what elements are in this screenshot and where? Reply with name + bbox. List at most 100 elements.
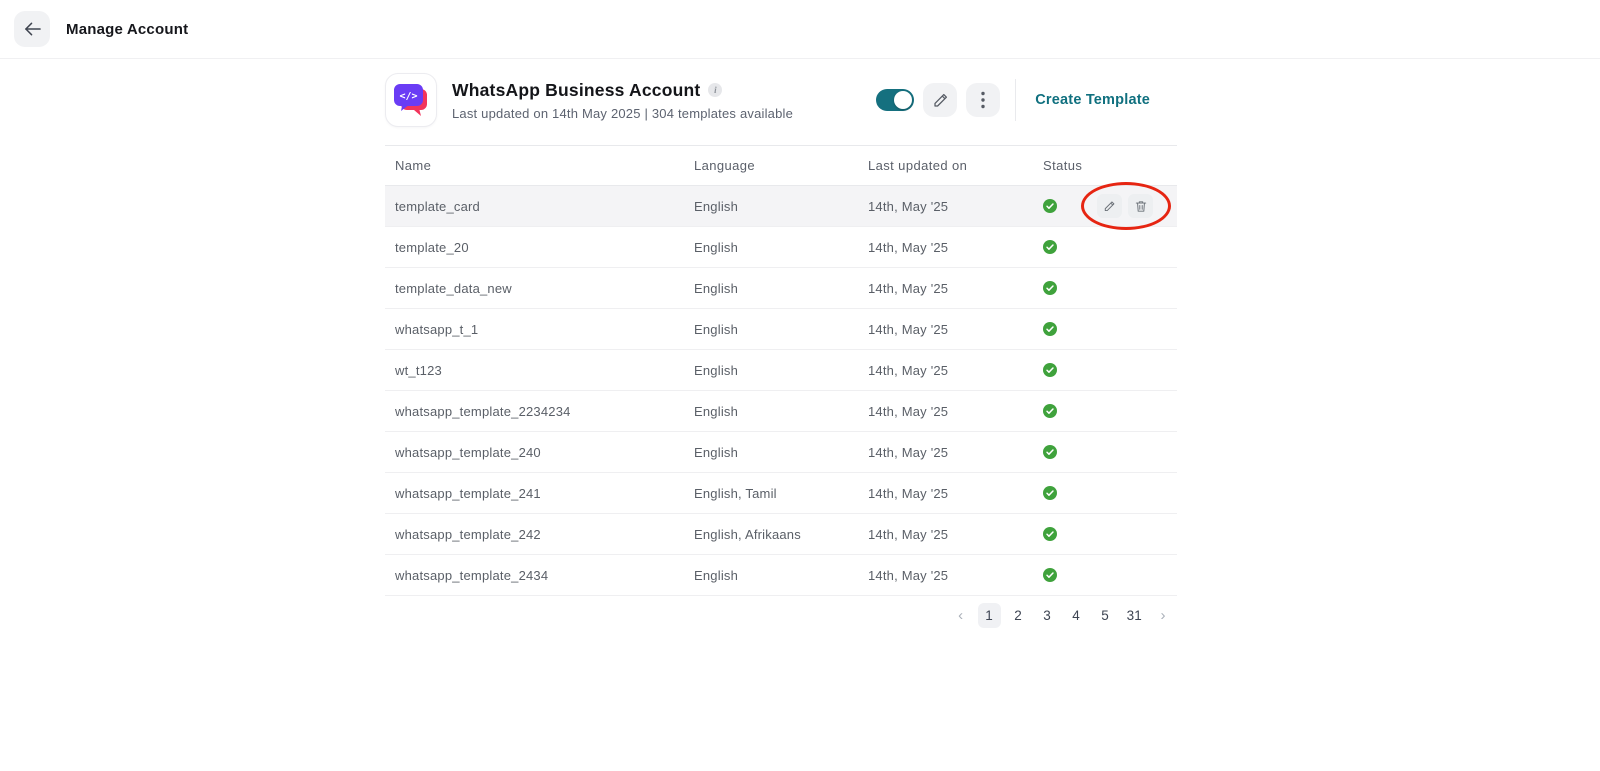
- template-updated: 14th, May '25: [858, 363, 1033, 378]
- status-approved-icon: [1043, 363, 1057, 377]
- templates-table: Name Language Last updated on Status tem…: [385, 145, 1177, 596]
- template-status: [1033, 432, 1177, 472]
- template-updated: 14th, May '25: [858, 445, 1033, 460]
- template-name: whatsapp_template_242: [385, 527, 684, 542]
- template-name: whatsapp_t_1: [385, 322, 684, 337]
- template-name: whatsapp_template_2234234: [385, 404, 684, 419]
- toggle-knob: [894, 91, 912, 109]
- pencil-icon: [1103, 200, 1116, 213]
- template-updated: 14th, May '25: [858, 240, 1033, 255]
- controls-divider: [1015, 79, 1016, 121]
- status-approved-icon: [1043, 527, 1057, 541]
- template-name: whatsapp_template_241: [385, 486, 684, 501]
- page-button-2[interactable]: 2: [1007, 603, 1030, 628]
- template-name: template_card: [385, 199, 684, 214]
- status-approved-icon: [1043, 322, 1057, 336]
- template-name: wt_t123: [385, 363, 684, 378]
- table-row[interactable]: whatsapp_template_2234234English14th, Ma…: [385, 391, 1177, 432]
- info-icon[interactable]: i: [708, 83, 722, 97]
- template-status: [1033, 391, 1177, 431]
- template-language: English: [684, 363, 858, 378]
- template-updated: 14th, May '25: [858, 527, 1033, 542]
- template-name: whatsapp_template_240: [385, 445, 684, 460]
- status-approved-icon: [1043, 281, 1057, 295]
- template-name: template_data_new: [385, 281, 684, 296]
- template-status: [1033, 227, 1177, 267]
- template-language: English, Tamil: [684, 486, 858, 501]
- more-options-button[interactable]: [966, 83, 1000, 117]
- page-button-3[interactable]: 3: [1036, 603, 1059, 628]
- template-updated: 14th, May '25: [858, 568, 1033, 583]
- table-row[interactable]: template_cardEnglish14th, May '25: [385, 186, 1177, 227]
- template-language: English: [684, 568, 858, 583]
- status-approved-icon: [1043, 486, 1057, 500]
- page-button-1[interactable]: 1: [978, 603, 1001, 628]
- column-header-name: Name: [385, 158, 684, 173]
- status-approved-icon: [1043, 240, 1057, 254]
- table-row[interactable]: whatsapp_t_1English14th, May '25: [385, 309, 1177, 350]
- template-updated: 14th, May '25: [858, 199, 1033, 214]
- account-header: </> WhatsApp Business Account i Last upd…: [385, 59, 1177, 145]
- table-row[interactable]: whatsapp_template_241English, Tamil14th,…: [385, 473, 1177, 514]
- pencil-icon: [932, 92, 949, 109]
- template-updated: 14th, May '25: [858, 486, 1033, 501]
- table-row[interactable]: whatsapp_template_2434English14th, May '…: [385, 555, 1177, 596]
- next-page-button[interactable]: ›: [1153, 604, 1173, 628]
- trash-icon: [1135, 200, 1147, 213]
- status-approved-icon: [1043, 445, 1057, 459]
- account-text: WhatsApp Business Account i Last updated…: [452, 80, 793, 121]
- template-language: English, Afrikaans: [684, 527, 858, 542]
- column-header-status: Status: [1033, 158, 1177, 173]
- template-name: whatsapp_template_2434: [385, 568, 684, 583]
- table-row[interactable]: template_20English14th, May '25: [385, 227, 1177, 268]
- edit-account-button[interactable]: [923, 83, 957, 117]
- account-subtitle: Last updated on 14th May 2025 | 304 temp…: [452, 106, 793, 121]
- back-button[interactable]: [14, 11, 50, 47]
- edit-template-button[interactable]: [1097, 194, 1122, 218]
- template-updated: 14th, May '25: [858, 404, 1033, 419]
- template-language: English: [684, 240, 858, 255]
- table-row[interactable]: whatsapp_template_240English14th, May '2…: [385, 432, 1177, 473]
- page-title: Manage Account: [66, 21, 188, 38]
- column-header-language: Language: [684, 158, 858, 173]
- template-language: English: [684, 199, 858, 214]
- page-button-31[interactable]: 31: [1123, 603, 1146, 628]
- table-row[interactable]: template_data_newEnglish14th, May '25: [385, 268, 1177, 309]
- template-name: template_20: [385, 240, 684, 255]
- template-status: [1033, 473, 1177, 513]
- template-updated: 14th, May '25: [858, 281, 1033, 296]
- template-language: English: [684, 445, 858, 460]
- column-header-updated: Last updated on: [858, 158, 1033, 173]
- template-language: English: [684, 322, 858, 337]
- page-button-5[interactable]: 5: [1094, 603, 1117, 628]
- pagination: ‹ 1234531 ›: [385, 603, 1177, 628]
- page-button-4[interactable]: 4: [1065, 603, 1088, 628]
- status-approved-icon: [1043, 568, 1057, 582]
- template-status: [1033, 309, 1177, 349]
- create-template-button[interactable]: Create Template: [1035, 92, 1150, 108]
- main-content: </> WhatsApp Business Account i Last upd…: [385, 59, 1177, 628]
- svg-text:</>: </>: [399, 91, 417, 102]
- template-status: [1033, 350, 1177, 390]
- template-status: [1033, 268, 1177, 308]
- template-language: English: [684, 281, 858, 296]
- template-updated: 14th, May '25: [858, 322, 1033, 337]
- table-body: template_cardEnglish14th, May '25templat…: [385, 186, 1177, 596]
- table-header-row: Name Language Last updated on Status: [385, 145, 1177, 186]
- table-row[interactable]: wt_t123English14th, May '25: [385, 350, 1177, 391]
- delete-template-button[interactable]: [1128, 194, 1153, 218]
- template-status: [1033, 514, 1177, 554]
- table-row[interactable]: whatsapp_template_242English, Afrikaans1…: [385, 514, 1177, 555]
- template-language: English: [684, 404, 858, 419]
- status-approved-icon: [1043, 404, 1057, 418]
- account-enabled-toggle[interactable]: [876, 89, 914, 111]
- whatsapp-account-icon: </>: [385, 73, 437, 127]
- top-bar: Manage Account: [0, 0, 1600, 59]
- status-approved-icon: [1043, 199, 1057, 213]
- kebab-menu-icon: [981, 91, 985, 109]
- account-controls: Create Template: [876, 79, 1177, 121]
- red-highlight-annotation: [1081, 182, 1171, 230]
- template-status: [1033, 555, 1177, 595]
- previous-page-button[interactable]: ‹: [951, 604, 971, 628]
- template-status: [1033, 186, 1177, 226]
